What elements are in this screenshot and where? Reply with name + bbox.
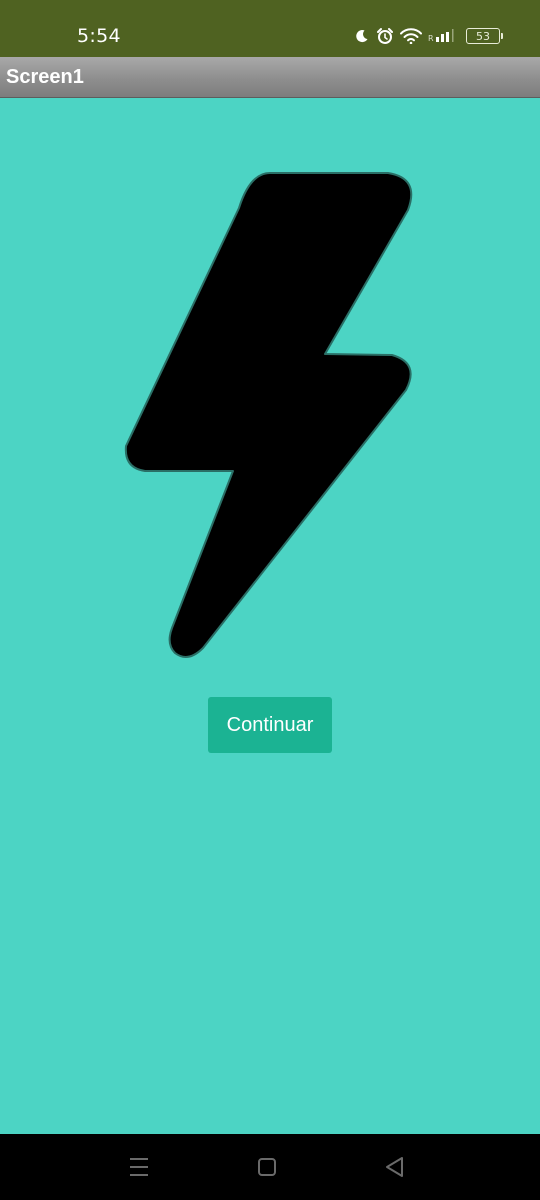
home-icon[interactable] [254, 1154, 280, 1180]
svg-text:R: R [428, 34, 434, 43]
status-bar: 5:54 R 53 [0, 0, 540, 57]
battery-level: 53 [476, 29, 490, 43]
moon-icon [354, 28, 370, 44]
menu-icon[interactable] [126, 1154, 152, 1180]
alarm-icon [376, 27, 394, 45]
continue-button[interactable]: Continuar [208, 697, 332, 753]
signal-icon: R [428, 28, 460, 44]
battery-icon: 53 [466, 28, 503, 44]
wifi-icon [400, 28, 422, 44]
back-icon[interactable] [382, 1154, 408, 1180]
status-icons: R 53 [354, 24, 503, 48]
lightning-bolt-icon [120, 168, 420, 663]
navigation-bar [0, 1134, 540, 1200]
status-time: 5:54 [77, 25, 121, 47]
page-title: Screen1 [6, 66, 84, 88]
title-bar: Screen1 [0, 57, 540, 98]
